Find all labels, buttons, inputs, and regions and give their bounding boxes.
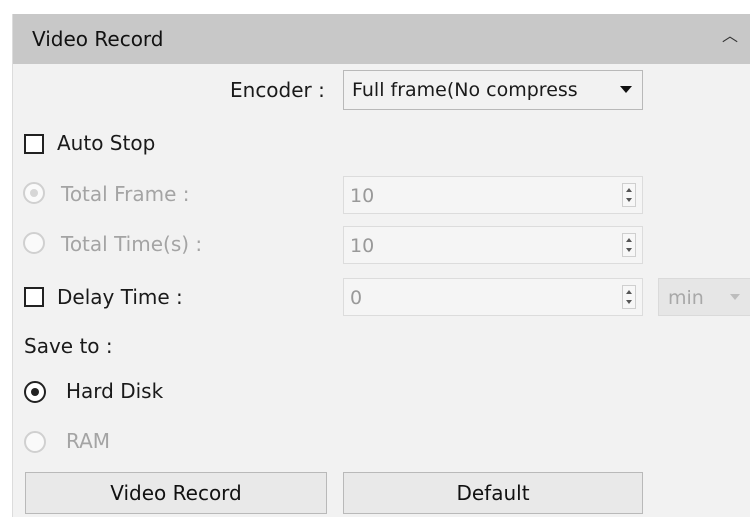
- delay-unit-value: min: [668, 287, 704, 309]
- total-time-radio[interactable]: [23, 232, 45, 254]
- radio-dot-icon: [30, 189, 38, 197]
- delay-time-checkbox[interactable]: [24, 287, 44, 307]
- auto-stop-label: Auto Stop: [57, 131, 156, 155]
- default-button[interactable]: Default: [343, 472, 643, 514]
- total-time-value: 10: [350, 235, 375, 257]
- spin-arrows-icon[interactable]: [622, 285, 636, 309]
- total-time-label: Total Time(s) :: [61, 232, 203, 256]
- save-to-label: Save to :: [24, 334, 113, 358]
- total-time-spinbox[interactable]: 10: [343, 226, 643, 264]
- hard-disk-radio[interactable]: [24, 381, 46, 403]
- video-record-button[interactable]: Video Record: [25, 472, 327, 514]
- dropdown-arrow-icon: [730, 294, 740, 300]
- encoder-select[interactable]: Full frame(No compress: [343, 70, 643, 110]
- dropdown-arrow-icon: [620, 86, 632, 93]
- spin-arrows-icon[interactable]: [622, 233, 636, 257]
- delay-unit-select[interactable]: min: [658, 278, 750, 316]
- delay-time-spinbox[interactable]: 0: [343, 278, 643, 316]
- total-frame-label: Total Frame :: [61, 182, 190, 206]
- total-frame-spinbox[interactable]: 10: [343, 176, 643, 214]
- chevron-up-icon[interactable]: ︿: [720, 26, 740, 46]
- encoder-value: Full frame(No compress: [352, 79, 578, 101]
- radio-dot-icon: [31, 388, 39, 396]
- encoder-label: Encoder :: [230, 78, 325, 102]
- auto-stop-checkbox[interactable]: [24, 134, 44, 154]
- section-title: Video Record: [32, 27, 164, 51]
- ram-radio[interactable]: [24, 431, 46, 453]
- video-record-panel: Video Record ︿ Encoder : Full frame(No c…: [12, 14, 750, 517]
- hard-disk-label: Hard Disk: [66, 379, 164, 403]
- total-frame-radio[interactable]: [23, 182, 45, 204]
- delay-time-value: 0: [350, 287, 363, 309]
- delay-time-label: Delay Time :: [57, 285, 183, 309]
- total-frame-value: 10: [350, 185, 375, 207]
- ram-label: RAM: [66, 429, 111, 453]
- spin-arrows-icon[interactable]: [622, 183, 636, 207]
- section-header[interactable]: Video Record ︿: [13, 14, 750, 64]
